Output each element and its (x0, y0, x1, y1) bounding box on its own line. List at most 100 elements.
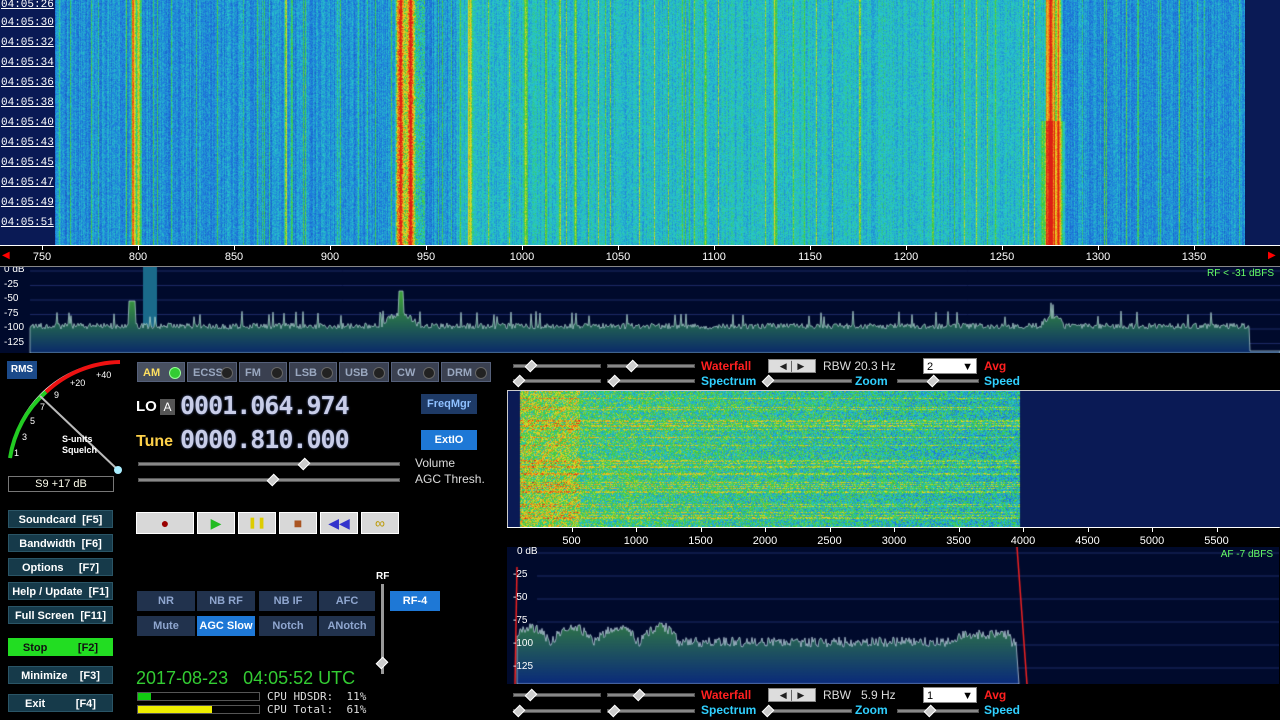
agc-threshold-label: AGC Thresh. (415, 472, 485, 486)
af-scale-tick (829, 528, 831, 532)
freq-scale-label: 850 (224, 251, 244, 263)
af-zoom-label: Zoom (855, 374, 888, 388)
volume-label: Volume (415, 456, 456, 470)
mode-led-icon (271, 367, 283, 379)
lo-frequency[interactable]: 0001.064.974 (180, 391, 350, 420)
af-spectrum-canvas[interactable] (507, 547, 1279, 684)
pause-button[interactable]: ❚❚ (238, 512, 276, 534)
freq-scale-label: 1350 (1181, 251, 1207, 263)
af-scale-label: 1500 (688, 535, 713, 547)
dsp-nb-if-button[interactable]: NB IF (259, 591, 317, 611)
bandwidth-button[interactable]: Bandwidth [F6] (8, 534, 113, 552)
waterfall-timestamp: 04:05:34 (1, 57, 54, 69)
stop-playback-button[interactable]: ■ (279, 512, 317, 534)
rf-level-readout: RF < -31 dBFS (1207, 268, 1274, 279)
options-button[interactable]: Options [F7] (8, 558, 113, 576)
mode-label: USB (345, 367, 369, 379)
tune-frequency[interactable]: 0000.810.000 (180, 425, 350, 454)
lo-a-badge[interactable]: A (160, 399, 175, 415)
freq-scale-tick (810, 246, 811, 250)
af2-spectrum-label: Spectrum (701, 703, 757, 717)
freq-scale-label: 950 (416, 251, 436, 263)
af-scale-label: 2000 (752, 535, 778, 547)
af-scale-tick (1087, 528, 1089, 532)
mode-ecss-button[interactable]: ECSS (187, 362, 237, 382)
af2-spec-contrast-slider[interactable] (513, 709, 601, 713)
dsp-agc-slow-button[interactable]: AGC Slow (197, 616, 255, 636)
rf-frequency-scale[interactable]: ◀ ▶ 750 800 850 900 950 1000 1050 1100 1150 1200 1… (0, 245, 1280, 267)
volume-slider[interactable] (138, 462, 400, 466)
af-waterfall[interactable] (507, 390, 1280, 528)
freq-scale-label: 800 (128, 251, 148, 263)
soundcard-button[interactable]: Soundcard [F5] (8, 510, 113, 528)
exit-button[interactable]: Exit [F4] (8, 694, 113, 712)
af-frequency-scale[interactable]: 500 1000 1500 2000 2500 3000 3500 4000 4500 5000 5… (507, 527, 1279, 547)
scroll-right-icon[interactable]: ▶ (1268, 250, 1276, 261)
waterfall-timestamp: 04:05:36 (1, 77, 54, 89)
s-scale-3: 3 (22, 432, 28, 442)
mode-usb-button[interactable]: USB (339, 362, 389, 382)
s-meter: RMS 1 3 5 7 9 +20 +40 S-units Squelch (4, 358, 128, 476)
af-rbw-stepper[interactable]: ◀ │ ▶ (768, 359, 816, 373)
cpu-total-text: CPU Total: 61% (267, 703, 367, 716)
loop-button[interactable]: ∞ (361, 512, 399, 534)
mode-lsb-button[interactable]: LSB (289, 362, 337, 382)
freq-scale-tick (234, 246, 235, 250)
mode-am-button[interactable]: AM (137, 362, 185, 382)
af-avg-dropdown[interactable]: 2 ▼ (923, 358, 977, 374)
af2-rbw-stepper[interactable]: ◀ │ ▶ (768, 688, 816, 702)
full-screen-button[interactable]: Full Screen [F11] (8, 606, 113, 624)
af-scale-tick (958, 528, 960, 532)
dsp-nr-button[interactable]: NR (137, 591, 195, 611)
waterfall-canvas[interactable] (55, 0, 1245, 245)
af2-zoom-slider[interactable] (766, 709, 852, 713)
scroll-left-icon[interactable]: ◀ (2, 250, 10, 261)
af-scale-tick (1152, 528, 1153, 532)
freq-scale-tick (906, 246, 907, 250)
rf-gain-button[interactable]: RF-4 (390, 591, 440, 611)
freq-scale-label: 1000 (509, 251, 535, 263)
lo-label: LO (136, 398, 157, 415)
af-spectrum[interactable]: 0 dB -25 -50 -75 -100 -125 AF -7 dBFS (507, 547, 1279, 684)
minimize-button[interactable]: Minimize [F3] (8, 666, 113, 684)
rf-db-label: 0 dB (4, 267, 25, 275)
dsp-nb-rf-button[interactable]: NB RF (197, 591, 255, 611)
freq-scale-label: 1300 (1085, 251, 1111, 263)
rf-db-label: -25 (4, 278, 19, 290)
freqmgr-button[interactable]: FreqMgr (421, 394, 477, 414)
af-db-label: -100 (513, 638, 534, 649)
mode-led-icon (475, 367, 487, 379)
af2-rbw-label: RBW 5.9 Hz (823, 688, 896, 702)
mode-label: AM (143, 367, 161, 379)
help-update-button[interactable]: Help / Update [F1] (8, 582, 113, 600)
waterfall-timestamp: 04:05:47 (1, 177, 54, 189)
waterfall-timestamp: 04:05:38 (1, 97, 54, 109)
af-wf-brightness-slider[interactable] (607, 364, 695, 368)
mode-cw-button[interactable]: CW (391, 362, 439, 382)
af2-speed-slider[interactable] (897, 709, 979, 713)
stop-button[interactable]: Stop [F2] (8, 638, 113, 656)
dsp-mute-button[interactable]: Mute (137, 616, 195, 636)
record-button[interactable]: ● (136, 512, 194, 534)
af-scale-label: 3000 (881, 535, 907, 547)
rf-spectrum[interactable]: 0 dB -25 -50 -75 -100 -125 RF < -31 dBFS (0, 267, 1280, 353)
mode-drm-button[interactable]: DRM (441, 362, 491, 382)
af-spec-contrast-slider[interactable] (513, 379, 601, 383)
waterfall-timestamp: 04:05:45 (1, 157, 54, 169)
af2-wf-brightness-slider[interactable] (607, 693, 695, 697)
s-scale-5: 5 (30, 416, 36, 426)
extio-button[interactable]: ExtIO (421, 430, 477, 450)
freq-scale-label: 750 (32, 251, 52, 263)
dsp-anotch-button[interactable]: ANotch (319, 616, 375, 636)
freq-scale-label: 1050 (605, 251, 631, 263)
af2-avg-dropdown[interactable]: 1 ▼ (923, 687, 977, 703)
mode-fm-button[interactable]: FM (239, 362, 287, 382)
dsp-notch-button[interactable]: Notch (259, 616, 317, 636)
rewind-button[interactable]: ◀◀ (320, 512, 358, 534)
rf-spectrum-canvas[interactable] (0, 267, 1280, 353)
dsp-afc-button[interactable]: AFC (319, 591, 375, 611)
freq-scale-tick (1098, 246, 1099, 250)
main-waterfall[interactable]: 04:05:26 04:05:30 04:05:32 04:05:34 04:05:36… (0, 0, 1280, 245)
af-zoom-slider[interactable] (766, 379, 852, 383)
play-button[interactable]: ▶ (197, 512, 235, 534)
